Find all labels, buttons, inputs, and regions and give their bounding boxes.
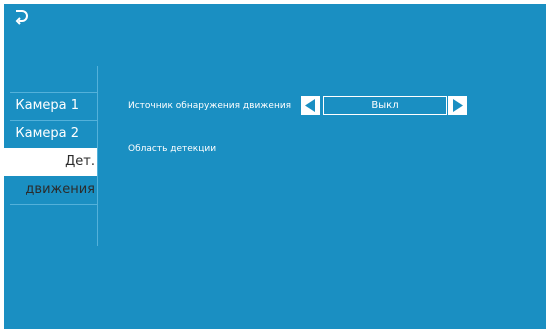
motion-source-label: Источник обнаружения движения [128,101,292,111]
triangle-right-icon[interactable] [448,96,467,115]
triangle-left-icon[interactable] [301,96,320,115]
motion-source-value: Выкл [323,96,447,115]
settings-screen: Камера 1 Камера 2 Дет. движения Источник… [4,4,546,329]
sidebar-item-camera-2[interactable]: Камера 2 [4,120,97,148]
sidebar-divider [97,66,98,246]
sidebar-item-motion-detection[interactable]: Дет. движения [4,148,97,197]
back-arrow-icon[interactable] [10,6,32,28]
sidebar-separator [10,204,97,205]
detection-area-label[interactable]: Область детекции [128,144,216,154]
sidebar-item-camera-1[interactable]: Камера 1 [4,92,97,120]
